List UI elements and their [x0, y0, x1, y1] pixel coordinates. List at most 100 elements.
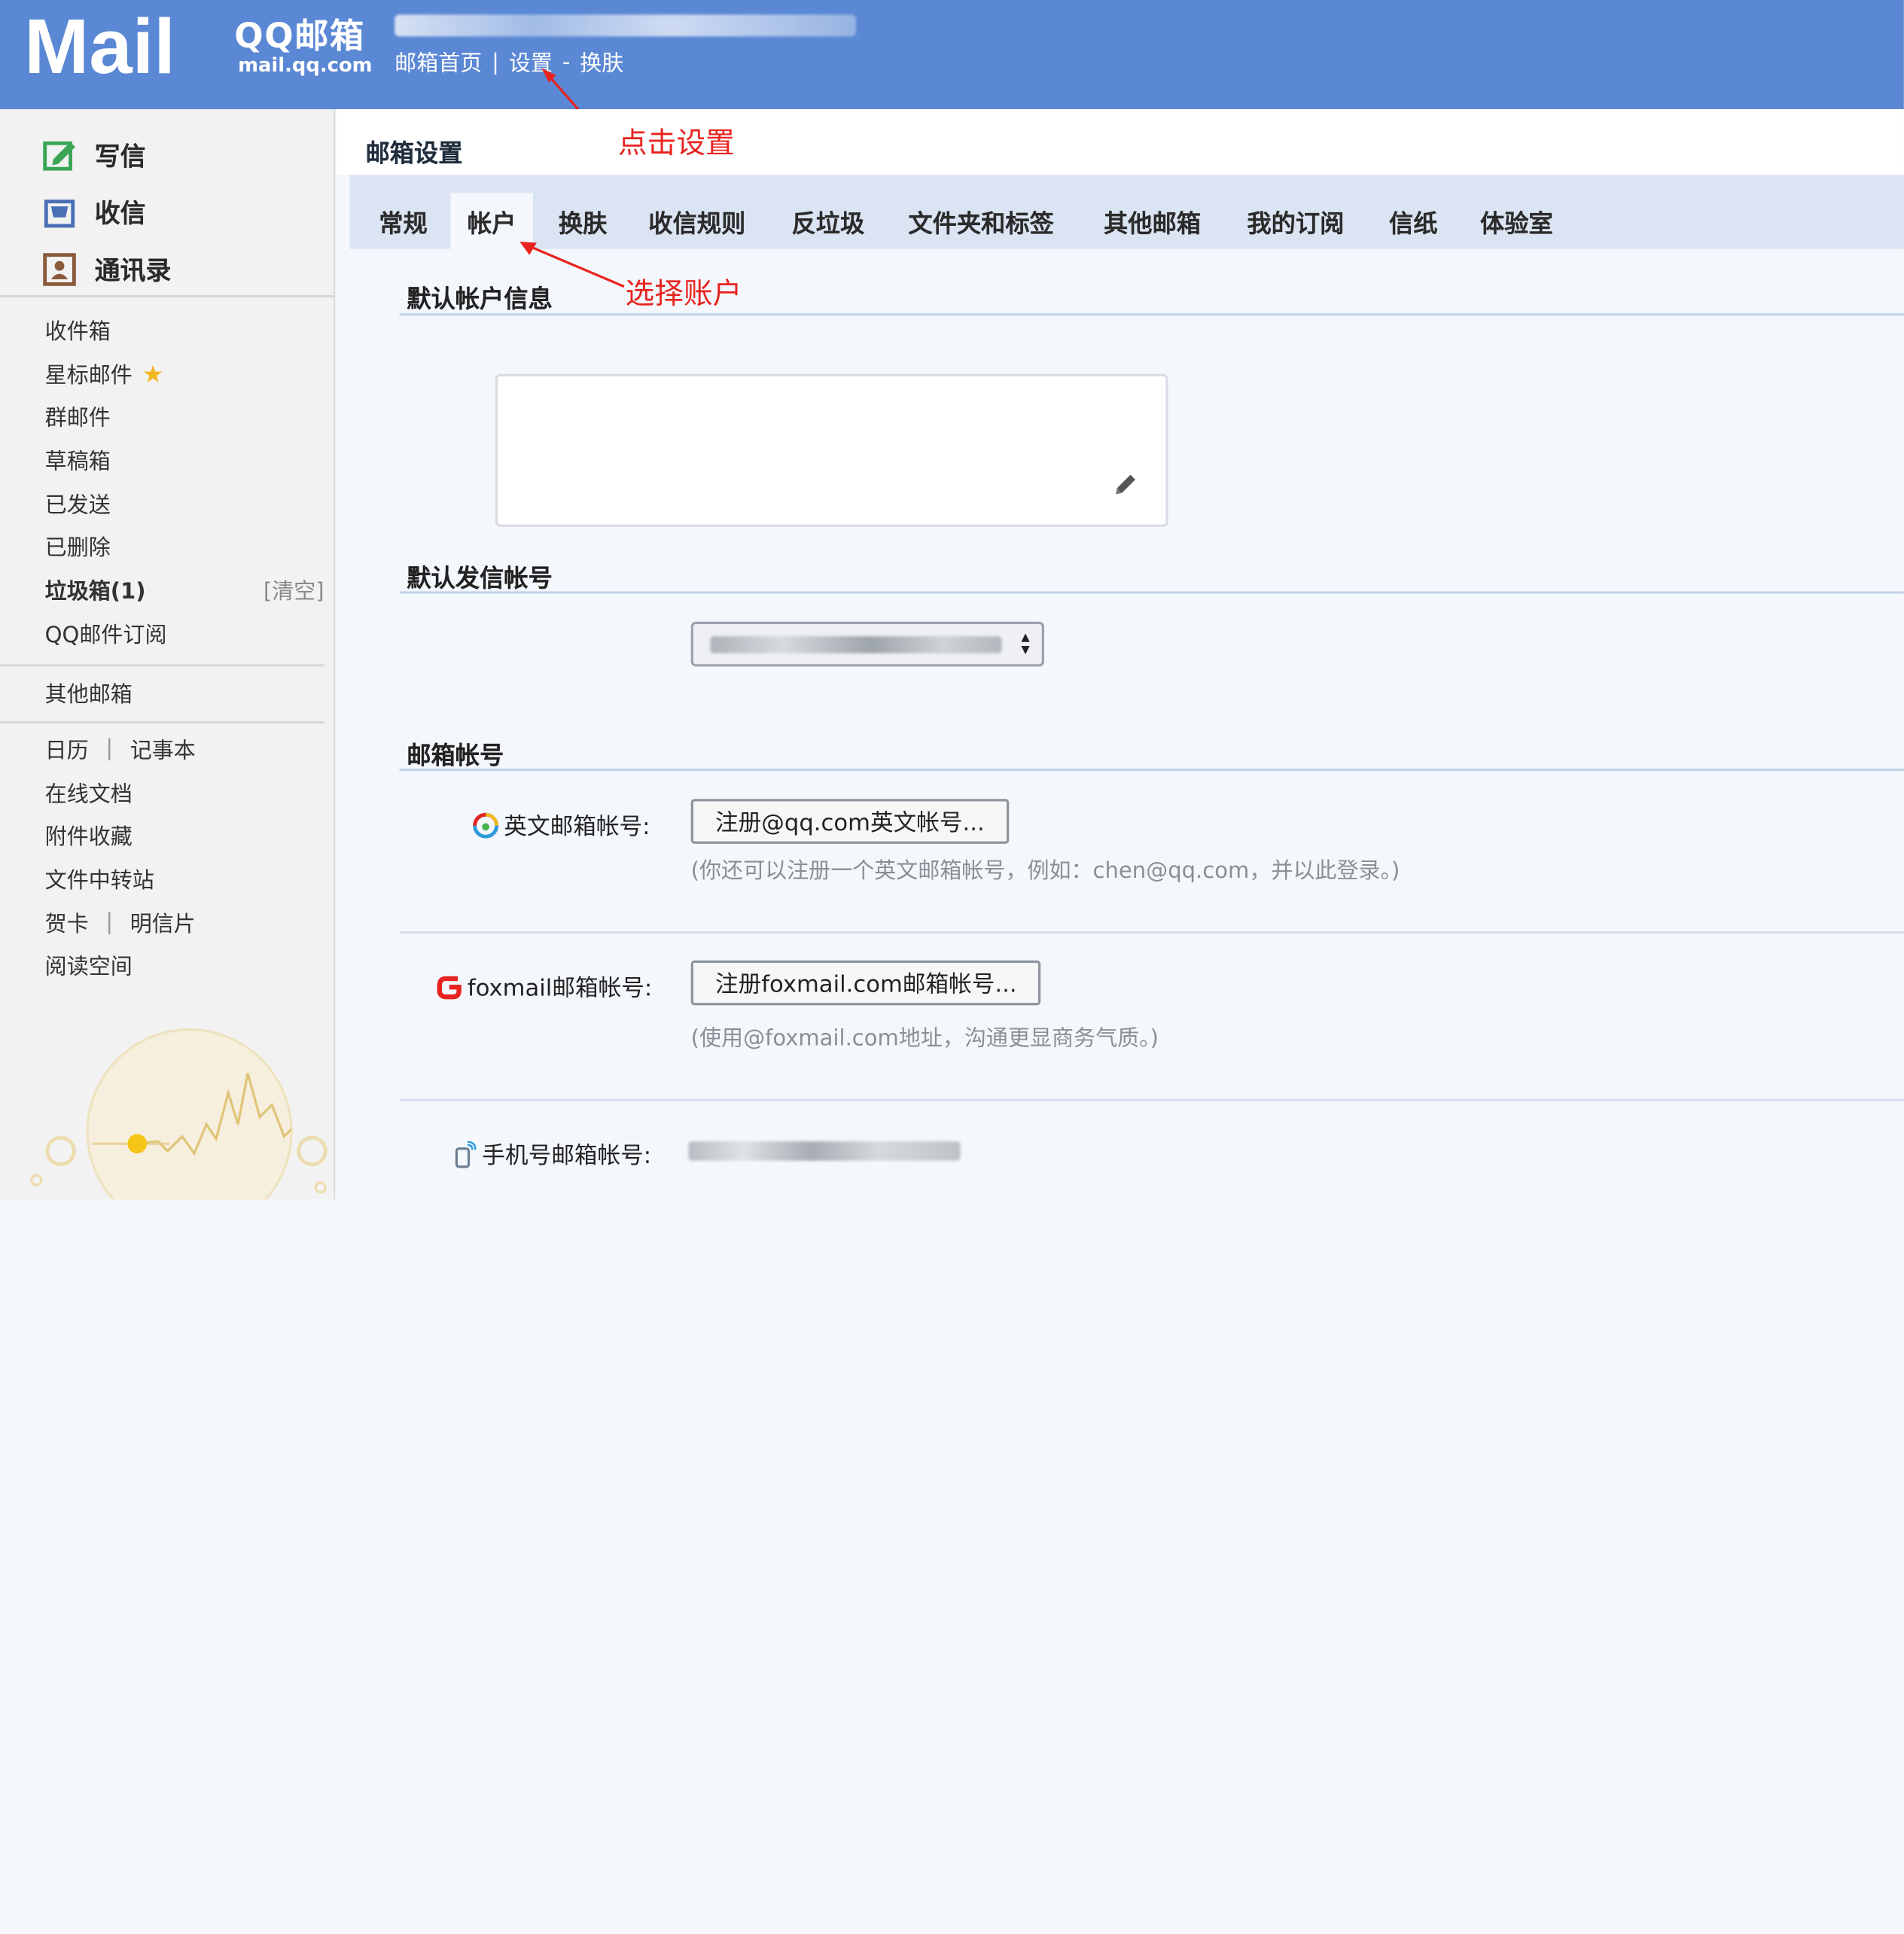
tool-label: 附件收藏	[44, 824, 133, 851]
tools-row-calendar: 日历 | 记事本	[45, 727, 324, 771]
top-header: Mail QQ邮箱 mail.qq.com 邮箱首页 | 设置 - 换肤	[0, 0, 1904, 130]
folder-label: 已删除	[44, 535, 111, 562]
folder-inbox[interactable]: 收件箱	[45, 309, 324, 352]
mail-logo[interactable]: Mail	[24, 2, 228, 78]
folder-label: 收件箱	[44, 318, 111, 345]
notebook-link[interactable]: 记事本	[130, 733, 196, 765]
folder-label: 已发送	[44, 492, 111, 519]
tab-receive-rules[interactable]: 收信规则	[632, 193, 763, 248]
postcard-link[interactable]: 明信片	[130, 906, 196, 938]
tab-label: 文件夹和标签	[908, 208, 1054, 238]
tab-subscriptions[interactable]: 我的订阅	[1230, 193, 1361, 248]
nav-separator: |	[492, 49, 499, 75]
section-divider	[399, 313, 1904, 316]
selected-sender-blurred	[710, 636, 1002, 653]
phone-account-label: 手机号邮箱帐号:	[450, 1138, 651, 1171]
tab-label: 常规	[379, 208, 428, 238]
brand-url: mail.qq.com	[238, 53, 373, 77]
label-text: 手机号邮箱帐号:	[482, 1142, 652, 1170]
compose-icon	[43, 141, 75, 170]
folder-label: 草稿箱	[44, 449, 111, 475]
tools-separator: |	[105, 736, 114, 762]
compose-button[interactable]: 写信	[41, 126, 172, 184]
tab-stationery[interactable]: 信纸	[1372, 193, 1455, 248]
default-sender-select[interactable]: ▴ ▾	[690, 621, 1045, 667]
qq-mail-icon	[473, 812, 499, 838]
star-icon: ★	[142, 358, 164, 388]
tab-label: 我的订阅	[1247, 208, 1345, 238]
folder-deleted[interactable]: 已删除	[45, 525, 324, 568]
empty-spam-link[interactable]: [清空]	[264, 574, 324, 606]
tab-lab[interactable]: 体验室	[1463, 193, 1570, 248]
main-title-bar: 邮箱设置 点击设置	[336, 109, 1904, 175]
register-english-account-button[interactable]: 注册@qq.com英文帐号...	[690, 799, 1010, 844]
user-account-blurred	[395, 14, 857, 37]
attachments-link[interactable]: 附件收藏	[45, 814, 324, 857]
tool-label: 在线文档	[44, 781, 133, 807]
foxmail-icon	[437, 975, 462, 999]
folder-group[interactable]: 群邮件	[45, 395, 324, 439]
folder-starred[interactable]: 星标邮件 ★	[45, 352, 324, 395]
mailbox-home-link[interactable]: 邮箱首页	[395, 46, 482, 78]
edit-pencil-icon[interactable]	[1112, 471, 1138, 498]
compose-label: 写信	[94, 141, 146, 171]
folder-label: 星标邮件	[44, 362, 133, 388]
folder-label: 群邮件	[44, 406, 111, 431]
english-account-label: 英文邮箱帐号:	[472, 809, 650, 842]
sidebar-divider	[0, 294, 334, 298]
label-text: foxmail邮箱帐号:	[467, 975, 653, 1002]
phone-account-blurred	[688, 1141, 961, 1161]
main-panel: 邮箱设置 点击设置 常规 帐户 换肤 收信规则 反垃圾 文件夹和标签 其他邮箱 …	[336, 109, 1904, 1200]
section-default-info: 默认帐户信息	[407, 284, 553, 314]
folder-sent[interactable]: 已发送	[45, 482, 324, 525]
register-foxmail-account-button[interactable]: 注册foxmail.com邮箱帐号...	[690, 960, 1041, 1006]
row-divider	[399, 1098, 1904, 1101]
contacts-label: 通讯录	[94, 255, 172, 285]
tab-general[interactable]: 常规	[362, 193, 445, 248]
mobile-phone-icon	[455, 1141, 477, 1168]
section-mail-accounts: 邮箱帐号	[407, 740, 504, 770]
tab-label: 体验室	[1480, 208, 1553, 238]
tab-label: 信纸	[1389, 208, 1438, 238]
page-title: 邮箱设置	[365, 138, 463, 168]
other-mailbox-link[interactable]: 其他邮箱	[45, 678, 133, 709]
quick-actions: 写信 收信 通讯录	[41, 126, 172, 297]
svg-text:Mail: Mail	[24, 3, 175, 78]
tab-other-mailbox[interactable]: 其他邮箱	[1086, 193, 1217, 248]
section-divider	[399, 591, 1904, 594]
tab-anti-spam[interactable]: 反垃圾	[775, 193, 882, 248]
folder-spam[interactable]: 垃圾箱(1) [清空]	[45, 568, 324, 612]
annotation-click-settings: 点击设置	[617, 126, 735, 160]
label-text: 英文邮箱帐号:	[504, 813, 650, 841]
tools-row-card: 贺卡 | 明信片	[45, 900, 324, 944]
brand-name: QQ邮箱	[234, 15, 365, 56]
inbox-tray-icon	[44, 199, 75, 227]
sidebar: 写信 收信 通讯录 收件箱 星标邮件 ★ 群邮件 草稿箱 已发送 已删除 垃圾箱…	[0, 109, 336, 1200]
tab-folders-labels[interactable]: 文件夹和标签	[891, 193, 1071, 248]
folder-subscriptions[interactable]: QQ邮件订阅	[45, 612, 324, 656]
select-updown-icon: ▴ ▾	[1021, 627, 1030, 659]
section-divider	[399, 768, 1904, 772]
section-default-sender: 默认发信帐号	[407, 563, 553, 593]
english-account-hint: (你还可以注册一个英文邮箱帐号，例如：chen@qq.com，并以此登录。)	[690, 858, 1400, 885]
folder-drafts[interactable]: 草稿箱	[45, 438, 324, 482]
folder-label: 垃圾箱(1)	[44, 579, 146, 605]
tab-label: 其他邮箱	[1104, 208, 1202, 238]
receive-label: 收信	[94, 198, 146, 228]
folder-list: 收件箱 星标邮件 ★ 群邮件 草稿箱 已发送 已删除 垃圾箱(1) [清空] QQ邮…	[45, 309, 324, 655]
tool-label: 文件中转站	[44, 868, 154, 894]
reading-space-link[interactable]: 阅读空间	[45, 944, 324, 988]
greeting-card-link[interactable]: 贺卡	[45, 906, 89, 938]
file-transfer-link[interactable]: 文件中转站	[45, 857, 324, 901]
tab-label: 帐户	[467, 208, 516, 238]
receive-button[interactable]: 收信	[41, 184, 172, 241]
annotation-select-account: 选择账户	[625, 276, 742, 311]
folder-label: QQ邮件订阅	[44, 622, 167, 648]
calendar-link[interactable]: 日历	[45, 733, 89, 765]
contacts-icon	[43, 252, 76, 286]
foxmail-account-label: foxmail邮箱帐号:	[436, 970, 652, 1004]
contacts-button[interactable]: 通讯录	[41, 240, 172, 297]
online-docs-link[interactable]: 在线文档	[45, 771, 324, 815]
sidebar-divider	[0, 721, 324, 724]
decorative-illustration	[30, 1028, 327, 1200]
